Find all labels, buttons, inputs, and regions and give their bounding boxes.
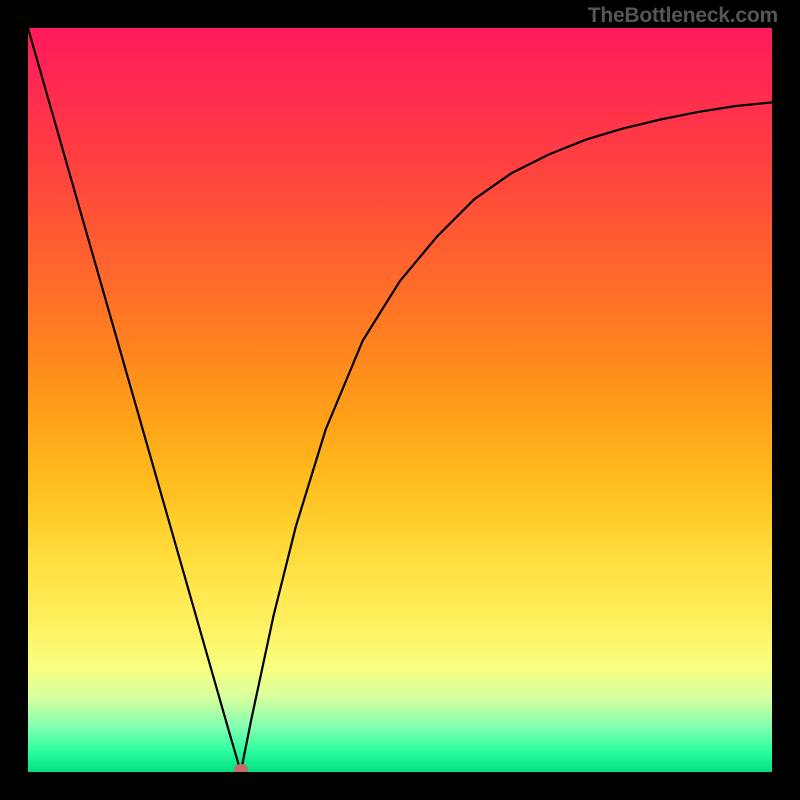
- minimum-marker: [234, 764, 248, 772]
- credit-label: TheBottleneck.com: [588, 4, 778, 28]
- chart-container: TheBottleneck.com: [0, 0, 800, 800]
- plot-area: [28, 28, 772, 772]
- bottleneck-curve: [28, 28, 772, 772]
